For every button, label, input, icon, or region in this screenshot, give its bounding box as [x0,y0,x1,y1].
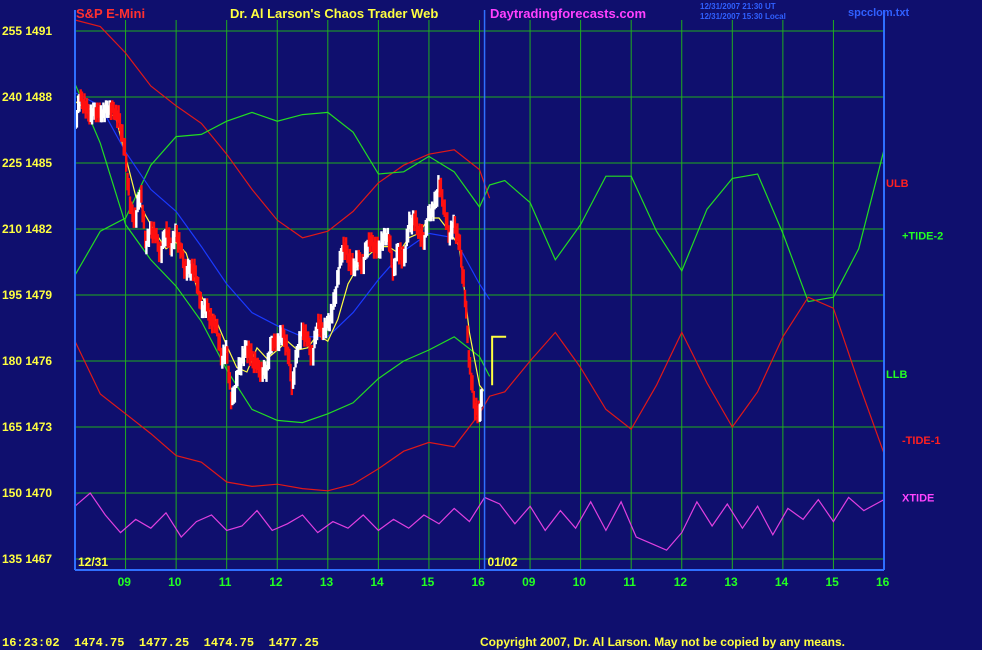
x-tick-label: 11 [219,575,232,589]
x-tick-label: 09 [118,575,132,589]
series-label-tide1: -TIDE-1 [902,435,941,447]
site-url: Daytradingforecasts.com [490,6,646,21]
series-label-llb: LLB [886,369,907,381]
y-tick-label: 240 1488 [2,90,52,104]
series-label-tide2: +TIDE-2 [902,231,943,243]
y-tick-label: 225 1485 [2,156,52,170]
y-tick-label: 180 1476 [2,354,52,368]
copyright-notice: Copyright 2007, Dr. Al Larson. May not b… [480,635,845,649]
x-tick-label: 14 [775,575,789,589]
x-tick-label: 15 [421,575,435,589]
y-tick-label: 210 1482 [2,222,52,236]
y-tick-label: 255 1491 [2,24,52,38]
x-tick-label: 16 [472,575,486,589]
x-tick-label: 11 [623,575,636,589]
x-tick-label: 14 [370,575,384,589]
x-tick-label: 10 [168,575,182,589]
series-label-ulb: ULB [886,178,909,190]
y-tick-label: 195 1479 [2,288,52,302]
y-tick-label: 135 1467 [2,552,52,566]
quote-readout: 16:23:02 1474.75 1477.25 1474.75 1477.25 [2,636,319,650]
y-tick-label: 150 1470 [2,486,52,500]
x-tick-label: 13 [320,575,334,589]
x-tick-label: 10 [573,575,587,589]
file-name: spcclom.txt [848,7,909,19]
x-tick-label: 12 [674,575,688,589]
session-date-label: 12/31 [78,555,108,569]
x-tick-label: 12 [269,575,283,589]
y-tick-label: 165 1473 [2,420,52,434]
x-tick-label: 15 [825,575,839,589]
site-title: Dr. Al Larson's Chaos Trader Web [230,6,438,21]
instrument-label: S&P E-Mini [76,6,145,21]
session-date-label: 01/02 [488,555,518,569]
x-tick-label: 13 [724,575,738,589]
series-label-xtide: XTIDE [902,492,934,504]
timestamp-local: 12/31/2007 15:30 Local [700,12,786,21]
chart-canvas: 255 1491 240 1488 225 1485 210 1482 195 1479… [0,0,982,650]
timestamp-ut: 12/31/2007 21:30 UT [700,2,776,11]
x-tick-label: 09 [522,575,536,589]
x-tick-label: 16 [876,575,890,589]
